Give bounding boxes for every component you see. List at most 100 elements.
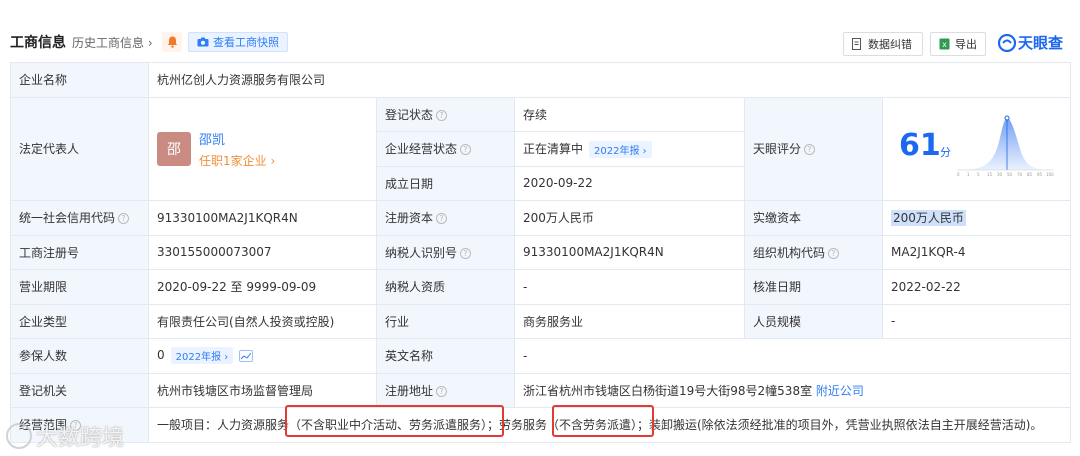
approval-date-label: 核准日期 (744, 269, 883, 305)
company-name: 杭州亿创人力资源服务有限公司 (147, 62, 1072, 98)
table-row: 统一社会信用代码? 91330100MA2J1KQR4N 注册资本? 200万人… (10, 200, 1072, 236)
annual-report-tag[interactable]: 2022年报 › (589, 140, 652, 158)
svg-text:30: 30 (997, 172, 1003, 177)
address-value: 浙江省杭州市钱塘区白杨街道19号大街98号2幢538室 (523, 383, 813, 398)
table-row: 经营范围? 一般项目：人力资源服务（不含职业中介活动、劳务派遣服务）；劳务服务（… (10, 407, 1072, 443)
svg-text:85: 85 (1027, 172, 1033, 177)
svg-text:95: 95 (1037, 172, 1043, 177)
watermark: 大数跨境 (6, 420, 124, 452)
svg-text:0: 0 (957, 172, 960, 177)
reg-status-label: 登记状态? (376, 96, 515, 132)
paid-capital-label: 实缴资本 (744, 200, 883, 236)
help-icon[interactable]: ? (436, 385, 448, 397)
insured-cell: 0 2022年报 › (148, 338, 377, 374)
help-icon[interactable]: ? (436, 109, 448, 121)
table-row: 参保人数 0 2022年报 › 英文名称 - (10, 338, 1072, 374)
data-correction-label: 数据纠错 (868, 38, 912, 51)
legal-rep-label: 法定代表人 (10, 96, 149, 201)
address-label: 注册地址? (376, 372, 515, 408)
annual-report-tag[interactable]: 2022年报 › (170, 347, 234, 365)
table-row: 企业类型 有限责任公司(自然人投资或控股) 行业 商务服务业 人员规模 - (10, 303, 1072, 339)
taxpayer-id-value: 91330100MA2J1KQR4N (514, 234, 745, 270)
insured-value: 0 (157, 348, 165, 363)
logo-text: 天眼查 (1018, 34, 1064, 52)
found-date-value: 2020-09-22 (514, 165, 745, 201)
help-icon[interactable]: ? (828, 247, 840, 259)
score-cell: 61 分 0 1 5 15 30 50 70 85 95 100 (881, 96, 1072, 201)
view-snapshot-label: 查看工商快照 (213, 36, 279, 49)
insured-label: 参保人数 (10, 338, 149, 374)
history-link[interactable]: 历史工商信息 › (72, 34, 153, 51)
term-value: 2020-09-22 至 9999-09-09 (148, 269, 377, 305)
credit-code-label: 统一社会信用代码? (10, 200, 149, 236)
table-row: 登记机关 杭州市钱塘区市场监督管理局 注册地址? 浙江省杭州市钱塘区白杨街道19… (10, 372, 1072, 408)
highlight-box (285, 405, 504, 437)
watermark-icon (6, 423, 32, 449)
camera-icon (197, 37, 209, 47)
bell-icon[interactable] (162, 32, 182, 52)
excel-icon: x (939, 38, 950, 50)
section-title: 工商信息 (10, 35, 66, 51)
table-row: 营业期限 2020-09-22 至 9999-09-09 纳税人资质 - 核准日… (10, 269, 1072, 305)
address-cell: 浙江省杭州市钱塘区白杨街道19号大街98号2幢538室 附近公司 (513, 372, 1072, 408)
watermark-text: 大数跨境 (36, 426, 125, 451)
industry-value: 商务服务业 (514, 303, 745, 339)
op-status-cell: 正在清算中 2022年报 › (514, 131, 745, 167)
help-icon[interactable]: ? (118, 213, 130, 225)
org-code-label: 组织机构代码? (744, 234, 883, 270)
score-value: 61 (899, 127, 941, 163)
company-type-value: 有限责任公司(自然人投资或控股) (148, 303, 377, 339)
table-row: 企业名称 杭州亿创人力资源服务有限公司 (10, 62, 1072, 98)
paid-capital-value: 200万人民币 (891, 210, 966, 227)
staff-size-label: 人员规模 (744, 303, 883, 339)
term-label: 营业期限 (10, 269, 149, 305)
business-info-table: 企业名称 杭州亿创人力资源服务有限公司 法定代表人 邵 邵凯 任职1家企业 › … (10, 62, 1072, 443)
reg-capital-value: 200万人民币 (514, 200, 745, 236)
company-type-label: 企业类型 (10, 303, 149, 339)
svg-text:x: x (942, 40, 947, 49)
taxpayer-qual-value: - (514, 269, 745, 305)
company-name-label: 企业名称 (10, 62, 149, 98)
help-icon[interactable]: ? (804, 144, 816, 156)
reg-no-label: 工商注册号 (10, 234, 149, 270)
authority-label: 登记机关 (10, 372, 149, 408)
svg-text:15: 15 (987, 172, 993, 177)
data-correction-button[interactable]: 数据纠错 (843, 32, 923, 56)
svg-text:1: 1 (967, 172, 970, 177)
score-label: 天眼评分? (744, 96, 883, 201)
org-code-value: MA2J1KQR-4 (881, 234, 1072, 270)
table-row: 法定代表人 邵 邵凯 任职1家企业 › 登记状态? 存续 天眼评分? 61 分 … (10, 96, 1072, 201)
op-status-value: 正在清算中 (523, 141, 584, 156)
tianyancha-logo: 天眼查 (998, 32, 1063, 53)
paid-capital-cell: 200万人民币 (881, 200, 1072, 236)
score-unit: 分 (940, 145, 951, 159)
staff-size-value: - (881, 303, 1072, 339)
svg-text:70: 70 (1017, 172, 1023, 177)
nearby-companies-link[interactable]: 附近公司 (816, 384, 864, 398)
industry-label: 行业 (376, 303, 515, 339)
help-icon[interactable]: ? (460, 247, 472, 259)
tianyancha-logo-icon (998, 33, 1016, 52)
export-button[interactable]: x 导出 (930, 32, 986, 56)
section-header: 工商信息 历史工商信息 › 查看工商快照 数据纠错 x 导出 天眼查 (0, 0, 1080, 64)
legal-rep-positions[interactable]: 任职1家企业 › (199, 152, 275, 169)
svg-text:5: 5 (977, 172, 980, 177)
op-status-label: 企业经营状态? (376, 131, 515, 167)
score-distribution-chart: 0 1 5 15 30 50 70 85 95 100 (957, 115, 1054, 177)
trend-chart-icon[interactable] (239, 349, 254, 362)
credit-code-value: 91330100MA2J1KQR4N (148, 200, 377, 236)
english-name-value: - (513, 338, 1072, 374)
reg-capital-label: 注册资本? (376, 200, 515, 236)
svg-text:50: 50 (1007, 172, 1013, 177)
help-icon[interactable]: ? (436, 213, 448, 225)
legal-rep-cell: 邵 邵凯 任职1家企业 › (148, 96, 377, 201)
legal-rep-name[interactable]: 邵凯 (199, 129, 275, 148)
help-icon[interactable]: ? (460, 144, 472, 156)
english-name-label: 英文名称 (376, 338, 515, 374)
document-edit-icon (852, 38, 861, 50)
view-snapshot-button[interactable]: 查看工商快照 (188, 32, 288, 52)
taxpayer-id-label: 纳税人识别号? (376, 234, 515, 270)
authority-value: 杭州市钱塘区市场监督管理局 (148, 372, 377, 408)
taxpayer-qual-label: 纳税人资质 (376, 269, 515, 305)
table-row: 工商注册号 330155000073007 纳税人识别号? 91330100MA… (10, 234, 1072, 270)
